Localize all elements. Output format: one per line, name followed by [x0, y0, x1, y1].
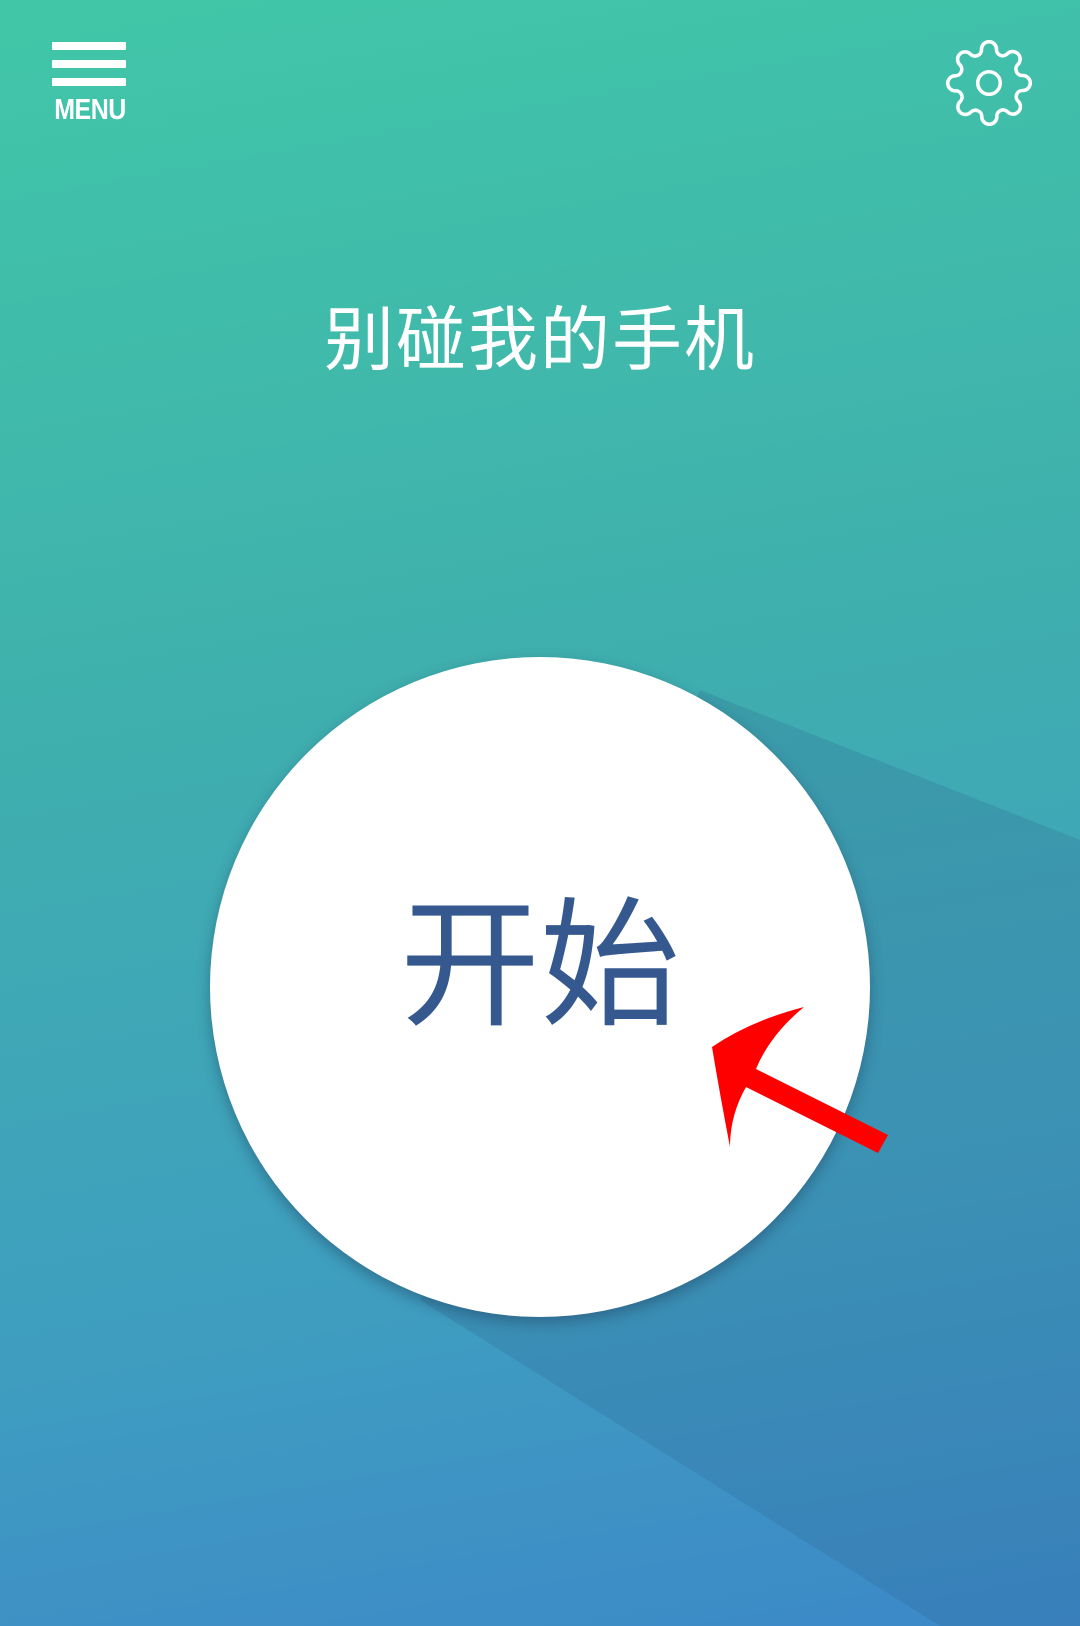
red-pointer-arrow-icon	[712, 1007, 888, 1153]
menu-button[interactable]: MENU	[52, 38, 128, 130]
gear-icon	[945, 39, 1033, 127]
hamburger-icon	[52, 38, 126, 90]
settings-button[interactable]	[944, 38, 1034, 128]
menu-label: MENU	[54, 93, 126, 127]
app-title: 别碰我的手机	[324, 299, 756, 381]
app-screen: MENU 别碰我的手机 开始	[0, 0, 1080, 1626]
start-button[interactable]: 开始	[210, 657, 870, 1317]
